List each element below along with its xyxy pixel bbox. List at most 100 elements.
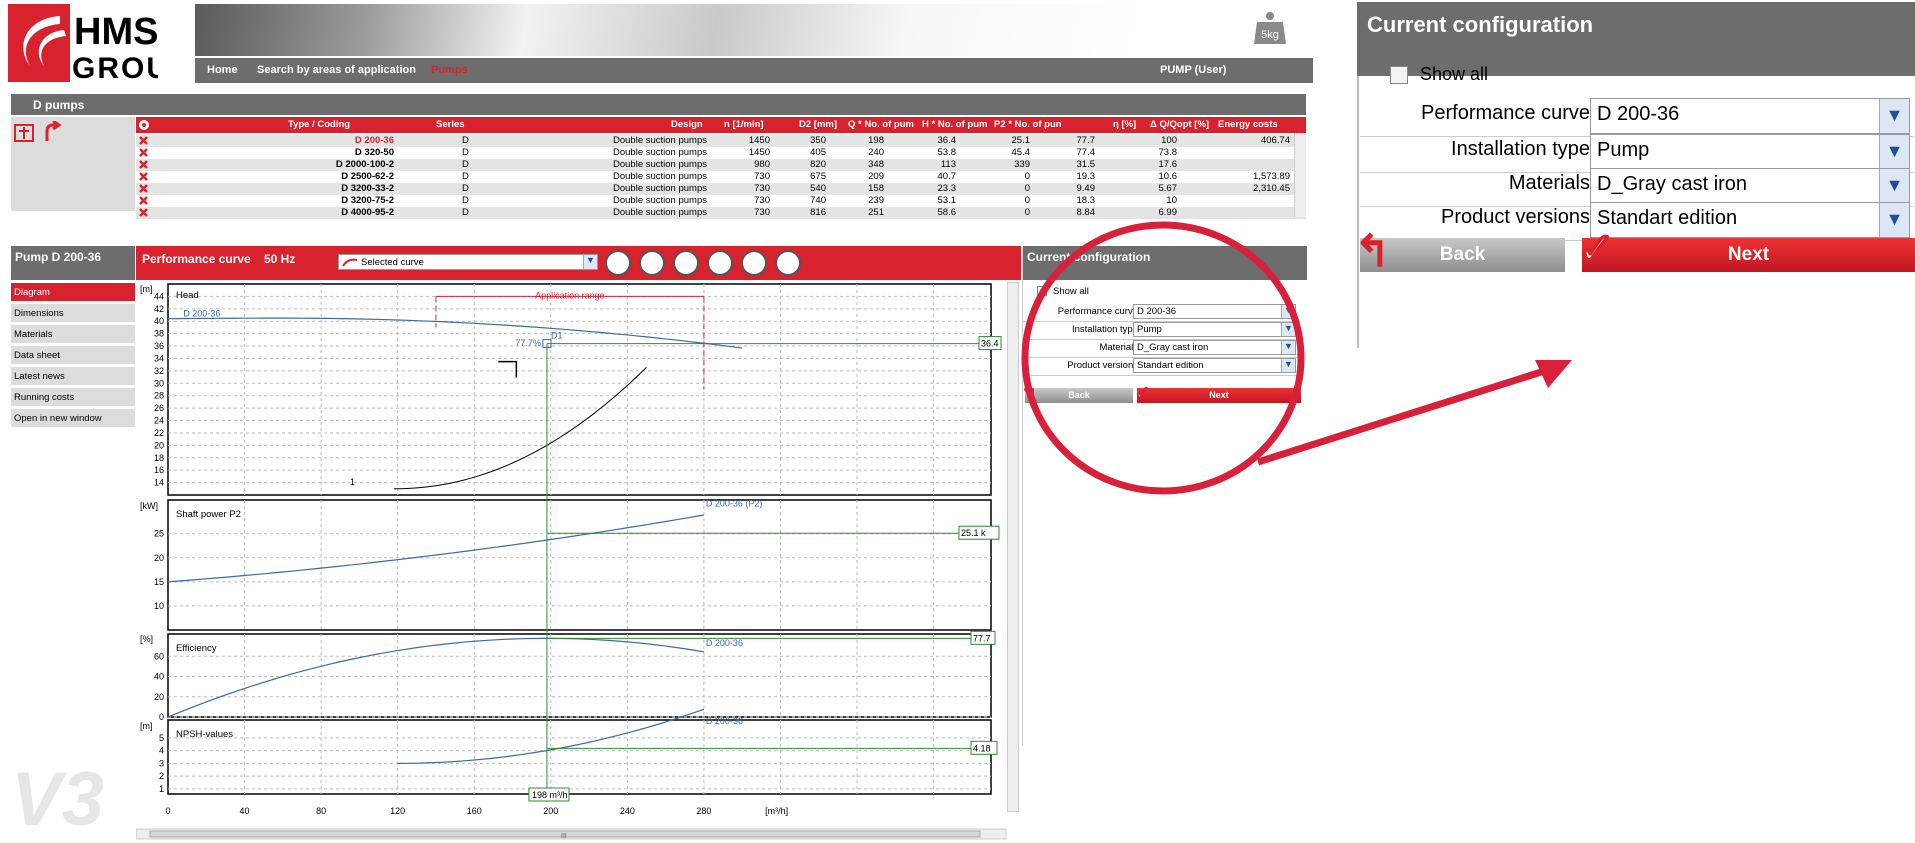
- table-cell: 0: [1024, 171, 1030, 182]
- nav-pumps[interactable]: Pumps: [431, 64, 468, 76]
- npsh-tick-label: 4: [159, 746, 164, 756]
- table-cell: D: [462, 159, 469, 170]
- col-design[interactable]: Design: [671, 119, 703, 130]
- head-curve-label: D 200-36: [183, 308, 220, 318]
- stack-icon[interactable]: [605, 250, 631, 276]
- chevron-down-icon[interactable]: ▼: [1879, 203, 1909, 237]
- table-row[interactable]: D 320-50 D Double suction pumps 1450 405 240 5…: [136, 147, 1306, 159]
- chevron-down-icon[interactable]: ▼: [1879, 99, 1909, 133]
- diagram-panel: [167, 499, 992, 631]
- table-row[interactable]: D 2500-62-2 D Double suction pumps 730 675 20…: [136, 171, 1306, 183]
- table-cell: 209: [868, 171, 884, 182]
- col-h[interactable]: H * No. of pum: [922, 119, 987, 130]
- pump-title: Pump D 200-36: [11, 246, 135, 280]
- table-scrollbar[interactable]: [1294, 133, 1306, 217]
- table-row[interactable]: D 200-36 D Double suction pumps 1450 350 198 3…: [136, 135, 1306, 147]
- table-cell: 675: [810, 171, 826, 182]
- col-d2[interactable]: D2 [mm]: [799, 119, 837, 130]
- add-to-comparison-icon[interactable]: [13, 121, 37, 143]
- performance-diagram[interactable]: 44424038363432302826242220181614[m]HeadD…: [136, 281, 1021, 841]
- col-p2[interactable]: P2 * No. of pun: [994, 119, 1062, 130]
- left-nav-dimensions[interactable]: Dimensions: [11, 304, 135, 323]
- chevron-down-icon[interactable]: ▼: [583, 255, 597, 269]
- table-cell: 18.3: [1076, 195, 1096, 206]
- table-row[interactable]: D 3200-33-2 D Double suction pumps 730 540 15…: [136, 183, 1306, 195]
- table-cell: 730: [754, 171, 770, 182]
- remove-row-icon[interactable]: [138, 183, 149, 194]
- col-series[interactable]: Series: [436, 119, 465, 130]
- curve-icon[interactable]: [639, 250, 665, 276]
- next-button[interactable]: Next: [1582, 238, 1915, 272]
- diameter-icon[interactable]: [707, 250, 733, 276]
- col-eff[interactable]: η [%]: [1113, 119, 1136, 130]
- col-speed[interactable]: n [1/min]: [724, 119, 764, 130]
- col-dq[interactable]: Δ Q/Qopt [%]: [1150, 119, 1209, 130]
- performance-toolbar: Performance curve 50 Hz Selected curve ▼: [136, 246, 1021, 280]
- table-cell: 77.4: [1076, 147, 1096, 158]
- section-title-text: D pumps: [33, 98, 85, 112]
- scrollbar-grip: III: [561, 833, 567, 840]
- back-arrow-icon[interactable]: ↰: [1354, 230, 1391, 274]
- diagram-scrollbar[interactable]: [1007, 282, 1019, 812]
- head-title: Head: [176, 290, 199, 301]
- gauge-icon[interactable]: [741, 250, 767, 276]
- left-nav-open-in-new-window[interactable]: Open in new window: [11, 409, 135, 428]
- table-cell: 820: [810, 159, 826, 170]
- efficiency-at-op: 77.7%: [515, 338, 541, 348]
- table-cell: 1450: [748, 135, 770, 146]
- config-select[interactable]: D_Gray cast iron ▼: [1590, 168, 1910, 204]
- p2-tick-label: 15: [154, 577, 164, 587]
- left-nav-data-sheet[interactable]: Data sheet: [11, 346, 135, 365]
- table-cell: D 2500-62-2: [341, 171, 394, 182]
- x-tick-label: 120: [390, 806, 405, 816]
- chevron-down-icon[interactable]: ▼: [1879, 135, 1909, 169]
- remove-row-icon[interactable]: [138, 147, 149, 158]
- x-tick-label: 200: [543, 806, 558, 816]
- table-row[interactable]: D 3200-75-2 D Double suction pumps 730 740 23…: [136, 195, 1306, 207]
- left-nav-latest-news[interactable]: Latest news: [11, 367, 135, 386]
- operating-point-label: D1: [551, 331, 563, 341]
- weight-icon[interactable]: 5kg: [1253, 10, 1287, 46]
- remove-row-icon[interactable]: [138, 207, 149, 218]
- nav-home[interactable]: Home: [207, 64, 238, 76]
- p2-title: Shaft power P2: [176, 509, 241, 520]
- thermometer-icon[interactable]: [775, 250, 801, 276]
- p2-tick-label: 25: [154, 529, 164, 539]
- table-row[interactable]: D 2000-100-2 D Double suction pumps 980 820 3…: [136, 159, 1306, 171]
- app-range-label: Application range: [535, 290, 605, 300]
- nav-search-by-application[interactable]: Search by areas of application: [257, 64, 416, 76]
- left-nav-diagram[interactable]: Diagram: [11, 283, 135, 302]
- water-icon[interactable]: [673, 250, 699, 276]
- table-cell: 25.1: [1011, 135, 1031, 146]
- diagram-panel: [167, 633, 992, 718]
- x-unit: [m³/h]: [765, 806, 788, 816]
- perf-title: Performance curve: [142, 252, 251, 266]
- curve-select[interactable]: Selected curve ▼: [338, 254, 598, 270]
- table-settings-icon[interactable]: [138, 119, 150, 131]
- back-arrow-icon[interactable]: [41, 121, 65, 143]
- p2-curve-label: D 200-36 (P2): [706, 499, 763, 509]
- head-tick-label: 44: [154, 291, 164, 301]
- config-select[interactable]: D 200-36 ▼: [1590, 98, 1910, 134]
- remove-row-icon[interactable]: [138, 159, 149, 170]
- npsh-tick-label: 2: [159, 771, 164, 781]
- show-all-checkbox[interactable]: Show all: [1390, 64, 1488, 85]
- npsh-tick-label: 1: [159, 784, 164, 794]
- table-cell: 816: [810, 207, 826, 218]
- remove-row-icon[interactable]: [138, 135, 149, 146]
- col-q[interactable]: Q * No. of pum: [848, 119, 914, 130]
- config-select[interactable]: Standart edition ▼: [1590, 202, 1910, 238]
- remove-row-icon[interactable]: [138, 195, 149, 206]
- left-nav-materials[interactable]: Materials: [11, 325, 135, 344]
- table-cell: Double suction pumps: [613, 183, 707, 194]
- col-energy[interactable]: Energy costs: [1218, 119, 1278, 130]
- head-tick-label: 40: [154, 316, 164, 326]
- col-type[interactable]: Type / Coding: [288, 119, 350, 130]
- config-select[interactable]: Pump ▼: [1590, 134, 1910, 170]
- head-tick-label: 24: [154, 416, 164, 426]
- eff-curve-label: D 200-36: [706, 638, 743, 648]
- npsh-value: 4.18: [973, 743, 991, 753]
- remove-row-icon[interactable]: [138, 171, 149, 182]
- left-nav-running-costs[interactable]: Running costs: [11, 388, 135, 407]
- chevron-down-icon[interactable]: ▼: [1879, 169, 1909, 203]
